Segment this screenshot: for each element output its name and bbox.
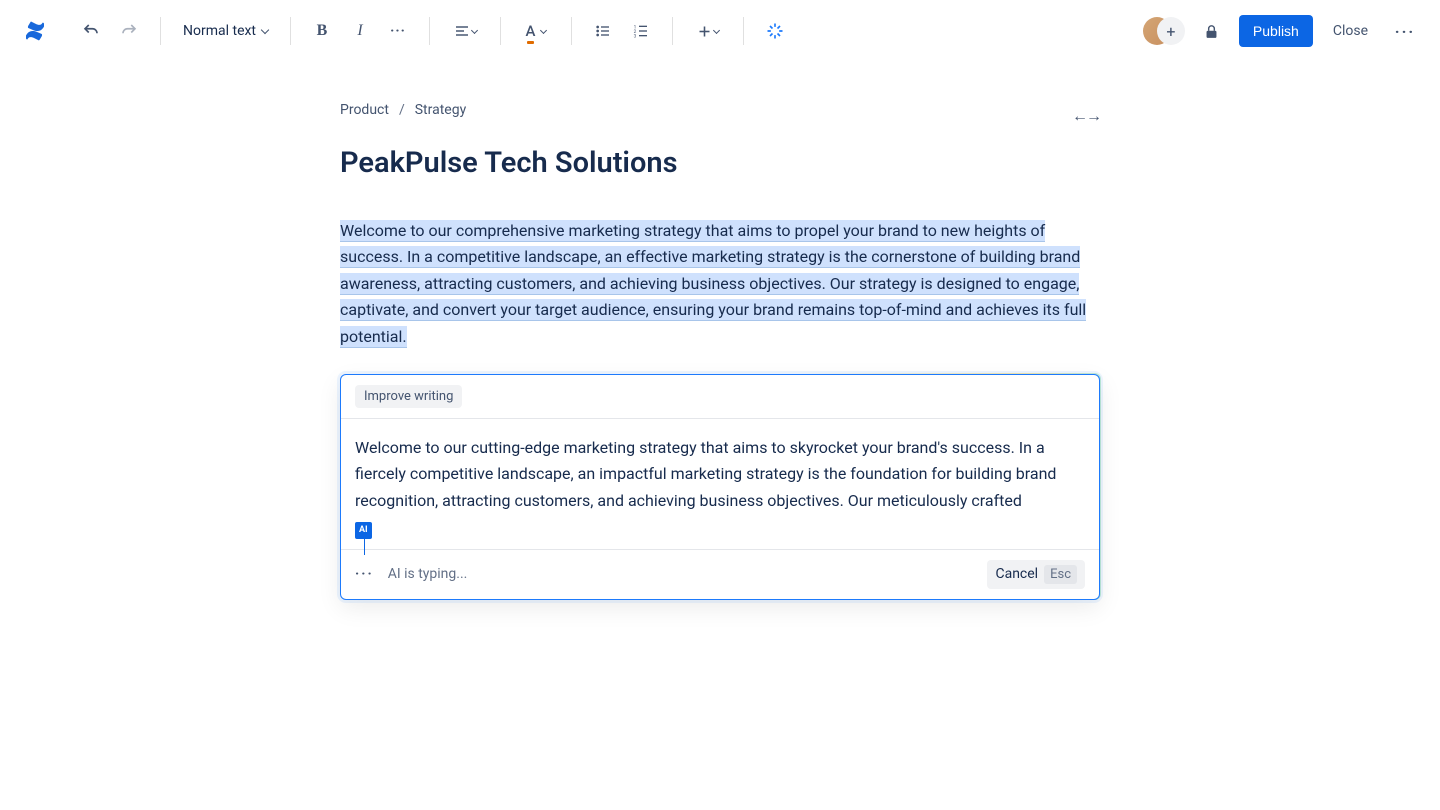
toolbar-divider [429, 17, 430, 45]
breadcrumb-item[interactable]: Product [340, 102, 389, 118]
ai-suggestion-text: Welcome to our cutting-edge marketing st… [355, 438, 1056, 510]
italic-button[interactable]: I [343, 14, 377, 48]
breadcrumb-item[interactable]: Strategy [415, 102, 466, 118]
text-style-dropdown[interactable]: Normal text [175, 14, 276, 48]
editor-toolbar: Normal text B I ··· A 123 + Publish C [0, 0, 1440, 62]
ai-esc-key: Esc [1044, 565, 1077, 584]
ai-suggestion-body: Welcome to our cutting-edge marketing st… [341, 419, 1099, 549]
chevron-down-icon [261, 26, 269, 34]
svg-text:3: 3 [634, 34, 637, 39]
toolbar-divider [743, 17, 744, 45]
expand-width-icon[interactable]: ←→ [1072, 106, 1100, 126]
page-more-actions[interactable]: ··· [1388, 14, 1422, 48]
breadcrumb: Product / Strategy [340, 102, 1100, 118]
text-color-dropdown[interactable]: A [515, 14, 557, 48]
ai-panel-header: Improve writing [341, 375, 1099, 419]
ai-assist-button[interactable] [758, 14, 792, 48]
ai-suggestion-panel: Improve writing Welcome to our cutting-e… [340, 374, 1100, 600]
toolbar-divider [571, 17, 572, 45]
undo-button[interactable] [74, 14, 108, 48]
ai-cancel-button[interactable]: Cancel Esc [987, 560, 1085, 589]
chevron-down-icon [713, 26, 720, 33]
bullet-list-button[interactable] [586, 14, 620, 48]
insert-dropdown[interactable] [687, 14, 729, 48]
body-paragraph[interactable]: Welcome to our comprehensive marketing s… [340, 218, 1100, 350]
close-button[interactable]: Close [1323, 15, 1378, 47]
ai-action-chip[interactable]: Improve writing [355, 385, 462, 408]
ai-cancel-label: Cancel [995, 566, 1038, 582]
toolbar-divider [672, 17, 673, 45]
ai-cursor [364, 537, 366, 555]
selected-text: Welcome to our comprehensive marketing s… [340, 220, 1086, 348]
align-dropdown[interactable] [444, 14, 486, 48]
text-style-label: Normal text [183, 23, 256, 39]
chevron-down-icon [540, 26, 547, 33]
page-title[interactable]: PeakPulse Tech Solutions [340, 146, 1100, 180]
restrictions-lock-icon[interactable] [1195, 14, 1229, 48]
breadcrumb-separator: / [399, 102, 405, 118]
more-formatting-button[interactable]: ··· [381, 14, 415, 48]
ai-more-actions-icon[interactable]: ··· [355, 566, 374, 582]
publish-button[interactable]: Publish [1239, 15, 1313, 47]
chevron-down-icon [470, 26, 477, 33]
redo-button[interactable] [112, 14, 146, 48]
bold-button[interactable]: B [305, 14, 339, 48]
toolbar-divider [160, 17, 161, 45]
ai-typing-status: AI is typing... [388, 566, 468, 582]
confluence-logo-icon[interactable] [18, 14, 52, 48]
toolbar-divider [290, 17, 291, 45]
toolbar-divider [500, 17, 501, 45]
page-content: ←→ Product / Strategy PeakPulse Tech Sol… [340, 102, 1100, 600]
toolbar-right: + Publish Close ··· [1143, 14, 1422, 48]
ai-panel-footer: ··· AI is typing... Cancel Esc [341, 549, 1099, 599]
add-collaborator-button[interactable]: + [1157, 17, 1185, 45]
numbered-list-button[interactable]: 123 [624, 14, 658, 48]
